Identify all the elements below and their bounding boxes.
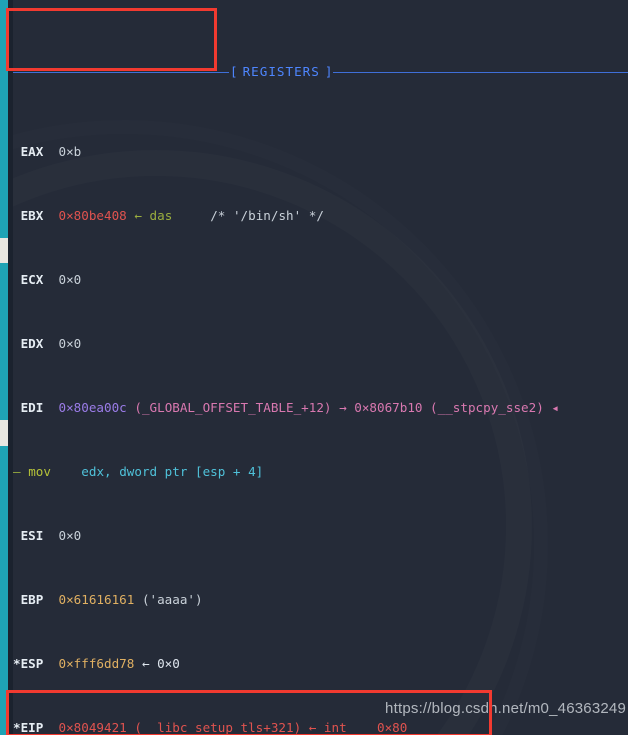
register-name: EBX [20,208,44,223]
register-name: EIP [20,720,44,735]
register-name: EAX [20,144,44,159]
register-value: 0×0 [58,336,82,351]
register-row-ebx: EBX 0×80be408 ← das /* '/bin/sh' */ [13,208,628,224]
register-value: 0×0 [58,272,82,287]
register-chain: (_GLOBAL_OFFSET_TABLE_+12) → 0×8067b10 (… [134,400,559,415]
edge-strip-top [0,0,8,238]
register-row-edi-wrap: — mov edx, dword ptr [esp + 4] [13,464,628,480]
register-name: EDI [20,400,44,415]
wrap-mnemonic: mov [28,464,51,479]
register-name: EDX [20,336,44,351]
edge-gap-lower[interactable] [0,420,8,446]
register-name: ESI [20,528,44,543]
register-row-esi: ESI 0×0 [13,528,628,544]
register-row-ecx: ECX 0×0 [13,272,628,288]
register-chain: ('aaaa') [141,592,203,607]
register-value: 0×0 [58,528,82,543]
register-value: 0×8049421 [58,720,127,735]
watermark: https://blog.csdn.net/m0_46363249 [385,700,626,717]
register-value: 0×80ea00c [58,400,127,415]
banner-registers-label: REGISTERS [242,64,320,79]
register-row-edx: EDX 0×0 [13,336,628,352]
register-chain: ← 0×0 [141,656,180,671]
register-value: 0×b [58,144,82,159]
edge-strip-middle [0,263,8,420]
edge-strip-bottom [0,446,8,735]
register-value: 0×61616161 [58,592,135,607]
register-value: 0×fff6dd78 [58,656,135,671]
terminal-output[interactable]: [REGISTERS] EAX 0×b EBX 0×80be408 ← das … [13,0,628,735]
register-chain: ← das [134,208,173,223]
register-name: ESP [20,656,44,671]
register-name: ECX [20,272,44,287]
register-row-esp: *ESP 0×fff6dd78 ← 0×0 [13,656,180,671]
register-name: EBP [20,592,44,607]
wrap-dash: — [13,464,21,479]
register-row-ebp: EBP 0×61616161 ('aaaa') [13,592,628,608]
register-comment: /* '/bin/sh' */ [210,208,324,223]
banner-registers: [REGISTERS] [13,64,628,80]
register-row-eip: *EIP 0×8049421 (__libc_setup_tls+321) ← … [13,720,408,735]
register-chain: (__libc_setup_tls+321) ← int 0×80 [134,720,408,735]
edge-gap-upper[interactable] [0,238,8,263]
register-row-edi: EDI 0×80ea00c (_GLOBAL_OFFSET_TABLE_+12)… [13,400,628,416]
terminal-screen: [REGISTERS] EAX 0×b EBX 0×80be408 ← das … [0,0,628,735]
register-value: 0×80be408 [58,208,127,223]
wrap-operands: edx, dword ptr [esp + 4] [81,464,264,479]
register-row-eax: EAX 0×b [13,144,628,160]
